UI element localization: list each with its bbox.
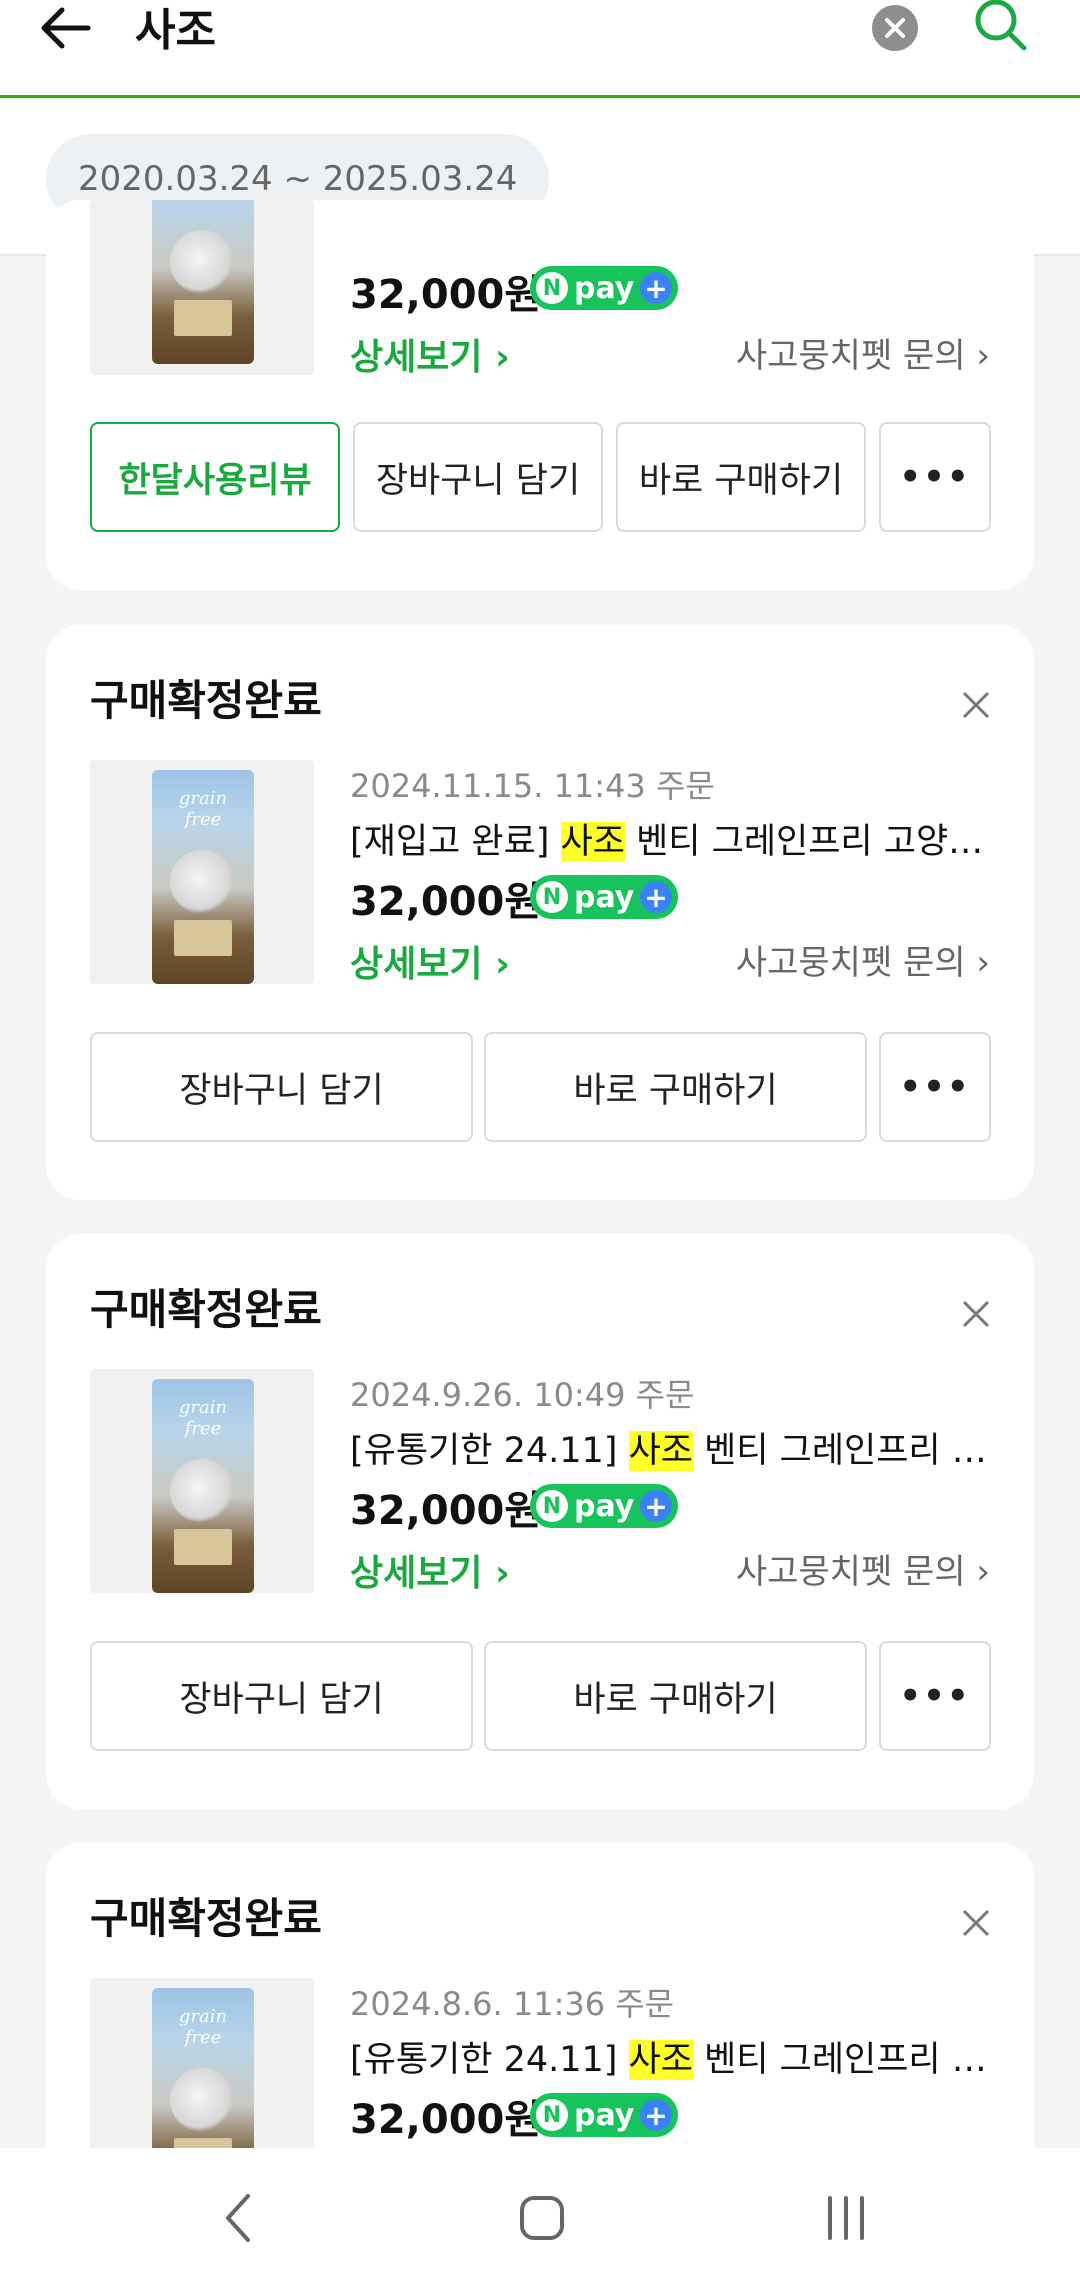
monthly-review-button[interactable]: 한달사용리뷰 <box>90 422 340 532</box>
nav-back-button[interactable] <box>200 2178 280 2258</box>
more-options-button[interactable]: ••• <box>879 1641 991 1751</box>
buy-now-button[interactable]: 바로 구매하기 <box>616 422 866 532</box>
more-options-button[interactable]: ••• <box>879 422 991 532</box>
order-status: 구매확정완료 <box>90 1894 322 1943</box>
chevron-left-icon <box>226 2194 250 2242</box>
recents-icon <box>828 2196 864 2240</box>
delete-order-button[interactable] <box>956 1294 996 1334</box>
search-icon <box>975 0 1027 51</box>
clear-search-button[interactable] <box>872 5 918 51</box>
system-nav-bar <box>0 2148 1080 2283</box>
npay-badge: Npay + <box>530 875 678 919</box>
product-name[interactable]: [유통기한 24.11] 사조 벤티 그레인프리 … <box>350 1422 1010 1473</box>
close-icon <box>962 691 990 719</box>
order-status: 구매확정완료 <box>90 676 322 725</box>
npay-n-icon: N <box>536 2099 568 2131</box>
order-status: 구매확정완료 <box>90 1285 322 1334</box>
plus-icon: + <box>640 272 672 305</box>
product-image: grain free <box>152 770 254 984</box>
delete-order-button[interactable] <box>956 685 996 725</box>
order-card: 구매확정완료 grain free 2024.11.15. 11:43 주문 [… <box>46 625 1034 1200</box>
detail-link[interactable]: 상세보기 › <box>350 935 510 987</box>
search-highlight: 사조 <box>560 822 625 862</box>
product-name[interactable]: [유통기한 24.11] 사조 벤티 그레인프리 … <box>350 2031 1010 2082</box>
npay-badge: Npay + <box>530 2093 678 2137</box>
buy-now-button[interactable]: 바로 구매하기 <box>484 1641 867 1751</box>
product-image: grain free <box>152 1379 254 1593</box>
add-to-cart-button[interactable]: 장바구니 담기 <box>90 1032 473 1142</box>
close-icon <box>885 18 905 38</box>
order-date: 2024.8.6. 11:36 주문 <box>350 1985 675 2023</box>
buy-now-button[interactable]: 바로 구매하기 <box>484 1032 867 1142</box>
price: 32,000원 <box>350 879 542 925</box>
price: 32,000원 <box>350 2097 542 2143</box>
detail-link[interactable]: 상세보기 › <box>350 328 510 380</box>
order-card: 32,000원 Npay + 상세보기 › 사고뭉치펫 문의 › 한달사용리뷰 장… <box>46 200 1034 590</box>
order-date: 2024.9.26. 10:49 주문 <box>350 1376 695 1414</box>
npay-n-icon: N <box>536 881 568 913</box>
close-icon <box>962 1909 990 1937</box>
delete-order-button[interactable] <box>956 1903 996 1943</box>
plus-icon: + <box>640 2099 672 2132</box>
add-to-cart-button[interactable]: 장바구니 담기 <box>90 1641 473 1751</box>
order-card: 구매확정완료 grain free 2024.9.26. 10:49 주문 [유… <box>46 1234 1034 1809</box>
home-icon <box>520 2196 564 2240</box>
product-name[interactable]: [재입고 완료] 사조 벤티 그레인프리 고양… <box>350 813 1010 864</box>
seller-inquiry-link[interactable]: 사고뭉치펫 문의 › <box>736 328 990 377</box>
npay-badge: Npay + <box>530 1484 678 1528</box>
search-highlight: 사조 <box>628 2040 693 2080</box>
plus-icon: + <box>640 1490 672 1523</box>
plus-icon: + <box>640 881 672 914</box>
price: 32,000원 <box>350 1488 542 1534</box>
back-button[interactable] <box>36 0 106 60</box>
search-button[interactable] <box>970 0 1030 54</box>
close-icon <box>962 1300 990 1328</box>
product-thumbnail[interactable]: grain free <box>90 1369 314 1593</box>
seller-inquiry-link[interactable]: 사고뭉치펫 문의 › <box>736 935 990 984</box>
npay-n-icon: N <box>536 272 568 304</box>
search-query-input[interactable]: 사조 <box>135 0 216 58</box>
nav-home-button[interactable] <box>502 2178 582 2258</box>
detail-link[interactable]: 상세보기 › <box>350 1544 510 1596</box>
seller-inquiry-link[interactable]: 사고뭉치펫 문의 › <box>736 1544 990 1593</box>
product-thumbnail[interactable] <box>90 200 314 375</box>
arrow-left-icon <box>41 7 91 49</box>
product-image <box>152 200 254 364</box>
npay-n-icon: N <box>536 1490 568 1522</box>
more-options-button[interactable]: ••• <box>879 1032 991 1142</box>
add-to-cart-button[interactable]: 장바구니 담기 <box>353 422 603 532</box>
price: 32,000원 <box>350 272 542 318</box>
nav-recents-button[interactable] <box>806 2178 886 2258</box>
npay-badge: Npay + <box>530 266 678 310</box>
product-thumbnail[interactable]: grain free <box>90 760 314 984</box>
search-highlight: 사조 <box>628 1431 693 1471</box>
order-date: 2024.11.15. 11:43 주문 <box>350 767 715 805</box>
search-header: 사조 <box>0 0 1080 98</box>
